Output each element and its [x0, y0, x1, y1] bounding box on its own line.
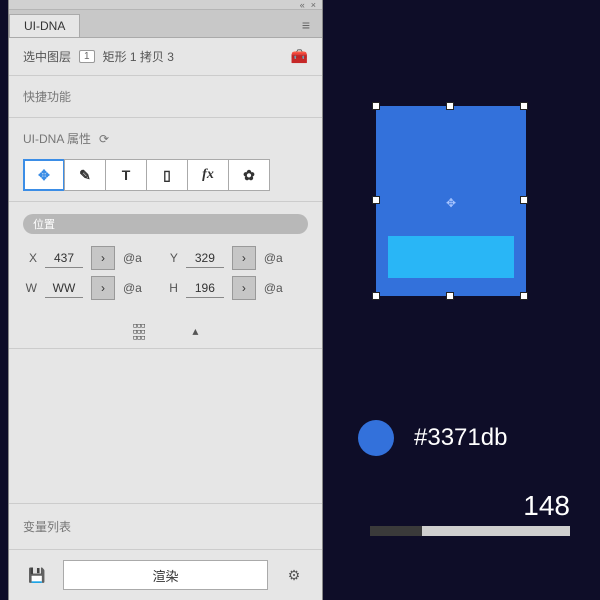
- size-info: 148: [370, 490, 570, 536]
- panel-body: 选中图层 1 矩形 1 拷贝 3 🧰 快捷功能 UI-DNA 属性 ⟳ ✥ ✎ …: [9, 38, 322, 600]
- size-bar: [370, 526, 570, 536]
- y-input[interactable]: [186, 249, 224, 268]
- panel-footer: 💾 渲染 ⚙: [9, 550, 322, 600]
- w-input[interactable]: [45, 279, 83, 298]
- page-tool-button[interactable]: ▯: [146, 159, 188, 191]
- w-label: W: [23, 281, 37, 295]
- handle-top-left[interactable]: [372, 102, 380, 110]
- move-tool-button[interactable]: ✥: [23, 159, 65, 191]
- w-at[interactable]: @a: [123, 281, 142, 295]
- inner-rectangle[interactable]: [388, 236, 514, 278]
- properties-title: UI-DNA 属性: [23, 130, 91, 147]
- handle-mid-right[interactable]: [520, 196, 528, 204]
- coordinates-block: X › @a Y › @a W › @a H › @a: [9, 240, 322, 314]
- alignment-row: ▫▫▫▫▫▫▫▫▫ ▴: [9, 314, 322, 349]
- ui-dna-panel: « × UI-DNA ≡ 选中图层 1 矩形 1 拷贝 3 🧰 快捷功能 UI-…: [8, 0, 323, 600]
- selected-layer-row: 选中图层 1 矩形 1 拷贝 3 🧰: [9, 38, 322, 76]
- size-value: 148: [370, 490, 570, 522]
- canvas-artboard[interactable]: ✥: [358, 88, 544, 314]
- position-pill: 位置: [23, 214, 308, 234]
- x-label: X: [23, 251, 37, 265]
- settings-tool-button[interactable]: ✿: [228, 159, 270, 191]
- h-step-button[interactable]: ›: [232, 276, 256, 300]
- pen-tool-button[interactable]: ✎: [64, 159, 106, 191]
- collapse-up-icon[interactable]: ▴: [192, 324, 198, 338]
- x-step-button[interactable]: ›: [91, 246, 115, 270]
- x-input[interactable]: [45, 249, 83, 268]
- text-tool-button[interactable]: T: [105, 159, 147, 191]
- color-hex-value: #3371db: [414, 424, 507, 452]
- color-info: #3371db: [358, 420, 507, 456]
- save-button[interactable]: 💾: [23, 561, 51, 589]
- menu-icon[interactable]: ≡: [298, 13, 314, 37]
- h-at[interactable]: @a: [264, 281, 283, 295]
- close-icon[interactable]: ×: [311, 0, 316, 10]
- center-crosshair-icon: ✥: [444, 196, 458, 210]
- tab-bar: UI-DNA ≡: [9, 10, 322, 38]
- selected-layer-label: 选中图层: [23, 48, 71, 65]
- handle-bottom-mid[interactable]: [446, 292, 454, 300]
- tool-icon-row: ✥ ✎ T ▯ fx ✿: [9, 155, 322, 202]
- fx-tool-button[interactable]: fx: [187, 159, 229, 191]
- y-at[interactable]: @a: [264, 251, 283, 265]
- properties-header: UI-DNA 属性 ⟳: [9, 118, 322, 155]
- variable-list-header[interactable]: 变量列表: [9, 503, 322, 550]
- size-bar-fill: [422, 526, 570, 536]
- handle-mid-left[interactable]: [372, 196, 380, 204]
- x-at[interactable]: @a: [123, 251, 142, 265]
- quick-functions-header[interactable]: 快捷功能: [9, 76, 322, 118]
- handle-bottom-left[interactable]: [372, 292, 380, 300]
- tab-uidna[interactable]: UI-DNA: [9, 14, 80, 37]
- collapse-icon[interactable]: «: [300, 0, 305, 10]
- selected-count-badge: 1: [79, 50, 95, 63]
- h-label: H: [164, 281, 178, 295]
- w-step-button[interactable]: ›: [91, 276, 115, 300]
- panel-titlebar: « ×: [9, 0, 322, 10]
- handle-bottom-right[interactable]: [520, 292, 528, 300]
- handle-top-mid[interactable]: [446, 102, 454, 110]
- y-label: Y: [164, 251, 178, 265]
- footer-settings-button[interactable]: ⚙: [280, 561, 308, 589]
- grid-icon[interactable]: ▫▫▫▫▫▫▫▫▫: [133, 322, 145, 340]
- color-swatch: [358, 420, 394, 456]
- render-button[interactable]: 渲染: [63, 560, 268, 590]
- selected-layer-name: 矩形 1 拷贝 3: [103, 48, 174, 65]
- y-step-button[interactable]: ›: [232, 246, 256, 270]
- handle-top-right[interactable]: [520, 102, 528, 110]
- h-input[interactable]: [186, 279, 224, 298]
- refresh-icon[interactable]: ⟳: [99, 132, 109, 146]
- toolbox-icon[interactable]: 🧰: [291, 48, 308, 65]
